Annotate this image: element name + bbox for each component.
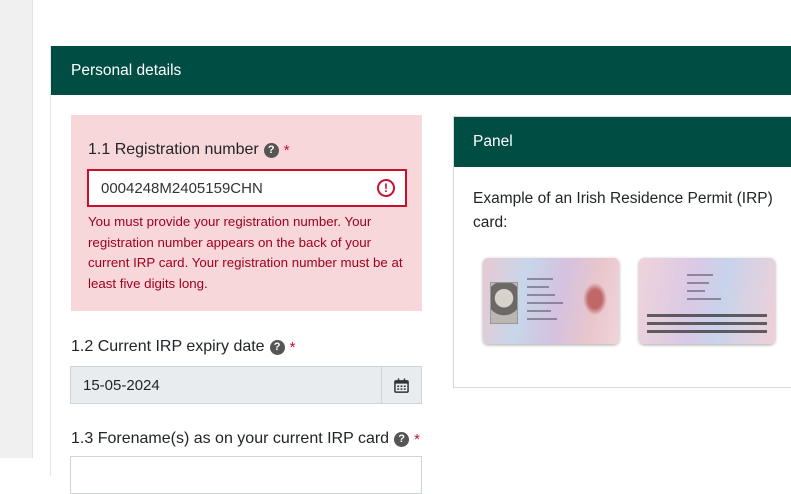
panel-description: Example of an Irish Residence Permit (IR… bbox=[473, 190, 773, 231]
left-gutter bbox=[0, 0, 33, 458]
registration-error-message: You must provide your registration numbe… bbox=[88, 214, 403, 291]
calendar-button[interactable] bbox=[381, 367, 421, 403]
expiry-label-text: 1.2 Current IRP expiry date bbox=[71, 338, 265, 355]
irp-example-panel: Panel Example of an Irish Residence Perm… bbox=[453, 116, 791, 388]
help-icon[interactable]: ? bbox=[269, 339, 285, 355]
required-mark: * bbox=[283, 141, 290, 159]
registration-input[interactable] bbox=[87, 169, 407, 207]
forename-label-text: 1.3 Forename(s) as on your current IRP c… bbox=[71, 430, 390, 447]
expiry-label: 1.2 Current IRP expiry date ? * bbox=[71, 338, 295, 356]
panel-title: Panel bbox=[473, 133, 513, 150]
panel-header: Panel bbox=[454, 117, 791, 167]
harp-emblem bbox=[581, 280, 609, 318]
required-mark: * bbox=[289, 338, 296, 356]
forename-label: 1.3 Forename(s) as on your current IRP c… bbox=[71, 430, 420, 448]
error-icon: ! bbox=[377, 179, 395, 197]
irp-card-back-image bbox=[639, 258, 775, 344]
help-icon[interactable]: ? bbox=[263, 142, 279, 158]
card-photo bbox=[490, 282, 518, 324]
registration-label: 1.1 Registration number ? * bbox=[88, 141, 290, 159]
forename-input[interactable] bbox=[70, 456, 422, 494]
help-icon[interactable]: ? bbox=[394, 431, 410, 447]
expiry-date-group bbox=[70, 366, 422, 404]
expiry-date-input[interactable] bbox=[71, 367, 381, 403]
registration-label-text: 1.1 Registration number bbox=[88, 141, 259, 158]
registration-error-block: 1.1 Registration number ? * ! You must p… bbox=[71, 115, 422, 311]
required-mark: * bbox=[414, 430, 420, 448]
calendar-icon bbox=[394, 377, 409, 393]
irp-card-front-image bbox=[483, 258, 619, 344]
card-header: Personal details bbox=[51, 46, 791, 95]
personal-details-card: Personal details 1.1 Registration number… bbox=[50, 46, 791, 494]
card-title: Personal details bbox=[71, 62, 182, 79]
